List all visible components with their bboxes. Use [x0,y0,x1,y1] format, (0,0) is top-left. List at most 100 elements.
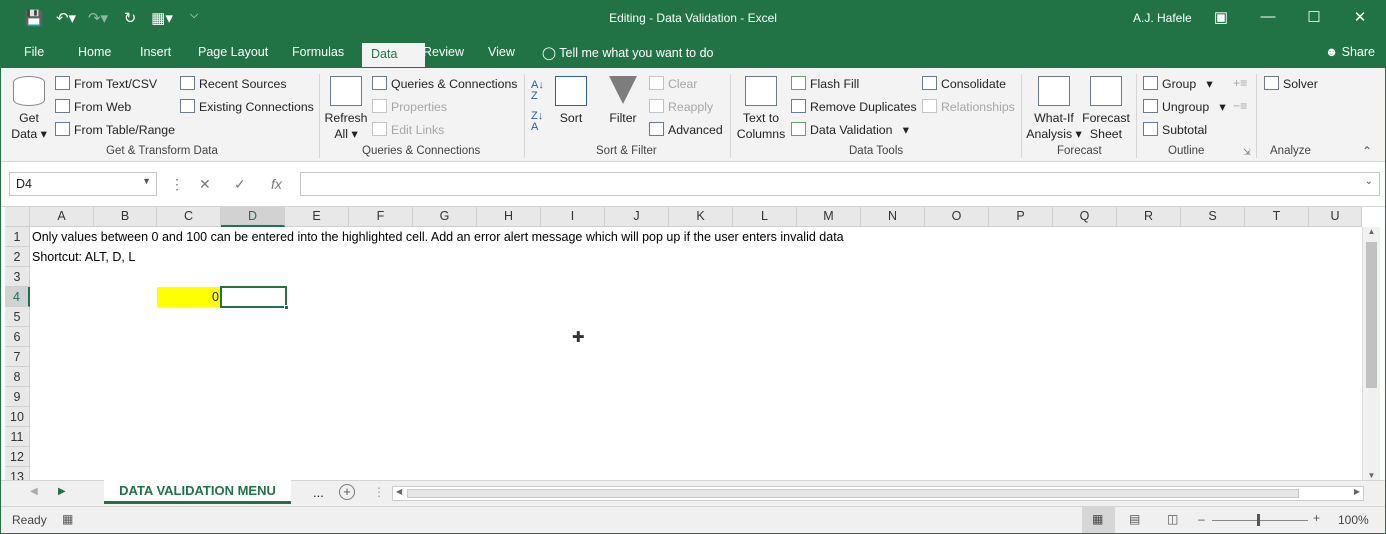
insert-function-icon[interactable]: fx [271,176,282,192]
column-header-g[interactable]: G [413,207,477,227]
cell-c4[interactable]: 0 [157,287,221,307]
vertical-scrollbar[interactable]: ▲ ▼ [1362,227,1380,480]
minimize-icon[interactable]: — [1245,8,1291,25]
cell-a1[interactable]: Only values between 0 and 100 can be ent… [32,227,844,247]
clear-button[interactable]: Clear [649,76,697,91]
horizontal-scrollbar[interactable]: ◀ ▶ [392,486,1364,501]
column-header-u[interactable]: U [1309,207,1362,227]
dialog-launcher-icon[interactable]: ⇲ [1243,147,1251,158]
column-header-s[interactable]: S [1181,207,1245,227]
column-header-f[interactable]: F [349,207,413,227]
column-header-t[interactable]: T [1245,207,1309,227]
scroll-down-icon[interactable]: ▼ [1363,471,1380,480]
row-header-2[interactable]: 2 [5,247,30,267]
tab-review[interactable]: Review [423,45,464,59]
tab-home[interactable]: Home [78,45,111,59]
row-header-4[interactable]: 4 [5,287,30,307]
enter-icon[interactable]: ✓ [234,176,246,193]
scroll-right-icon[interactable]: ▶ [1354,487,1360,496]
properties-button[interactable]: Properties [372,99,447,114]
column-header-h[interactable]: H [477,207,541,227]
ribbon-display-icon[interactable]: ▣ [1198,8,1244,26]
sort-a-z-icon[interactable]: A↓ Z [531,80,544,102]
column-header-a[interactable]: A [30,207,94,227]
from-web-button[interactable]: From Web [55,99,131,114]
column-header-k[interactable]: K [669,207,733,227]
column-header-c[interactable]: C [157,207,221,227]
reapply-button[interactable]: Reapply [649,99,713,114]
add-sheet-icon[interactable]: + [339,484,355,500]
maximize-icon[interactable]: ☐ [1291,8,1337,26]
column-header-r[interactable]: R [1117,207,1181,227]
group-button[interactable]: Group ▾ [1143,76,1213,91]
formula-input[interactable]: ⌄ [300,172,1380,196]
tab-page-layout[interactable]: Page Layout [198,45,268,59]
scroll-left-icon[interactable]: ◀ [396,487,402,496]
column-header-b[interactable]: B [94,207,157,227]
what-if-analysis-button[interactable]: What-If Analysis ▾ [1026,76,1082,142]
advanced-button[interactable]: Advanced [649,122,723,137]
scroll-up-icon[interactable]: ▲ [1363,227,1380,236]
select-all-corner[interactable] [5,207,30,227]
zoom-in-icon[interactable]: + [1313,511,1320,525]
row-header-7[interactable]: 7 [5,347,30,367]
flash-fill-button[interactable]: Flash Fill [791,76,859,91]
row-header-5[interactable]: 5 [5,307,30,327]
recent-sources-button[interactable]: Recent Sources [180,76,287,91]
share-button[interactable]: ☻ Share [1325,45,1375,59]
existing-connections-button[interactable]: Existing Connections [180,99,314,114]
splitter-icon[interactable]: ⋮ [373,485,385,499]
tab-data[interactable]: Data [360,41,427,69]
sheet-tab-data-validation-menu[interactable]: DATA VALIDATION MENU [104,480,291,504]
forecast-sheet-button[interactable]: Forecast Sheet [1082,76,1130,142]
sort-button[interactable]: Sort [553,76,589,126]
zoom-slider[interactable] [1212,520,1308,521]
name-box[interactable]: D4 ▼ [9,172,157,196]
column-header-p[interactable]: P [989,207,1053,227]
cancel-icon[interactable]: ✕ [199,176,211,193]
chevron-down-icon[interactable]: ▼ [142,176,151,186]
close-icon[interactable]: ✕ [1337,8,1383,26]
subtotal-button[interactable]: Subtotal [1143,122,1207,137]
get-data-button[interactable]: Get Data ▾ [10,76,48,142]
queries-connections-button[interactable]: Queries & Connections [372,76,517,91]
from-table-range-button[interactable]: From Table/Range [55,122,175,137]
text-to-columns-button[interactable]: Text to Columns [735,76,787,142]
column-header-i[interactable]: I [541,207,605,227]
row-header-12[interactable]: 12 [5,447,30,467]
ungroup-button[interactable]: Ungroup ▾ [1143,99,1226,114]
macro-record-icon[interactable]: ▦ [62,512,73,526]
edit-links-button[interactable]: Edit Links [372,122,444,137]
tab-file[interactable]: File [24,45,44,59]
active-cell-d4[interactable] [220,286,289,310]
scrollbar-thumb[interactable] [1366,242,1377,388]
row-header-6[interactable]: 6 [5,327,30,347]
page-break-view-icon[interactable]: ◫ [1167,512,1178,526]
column-header-j[interactable]: J [605,207,669,227]
tab-insert[interactable]: Insert [140,45,171,59]
refresh-all-button[interactable]: Refresh All ▾ [324,76,368,142]
page-layout-view-icon[interactable]: ▤ [1129,512,1140,526]
column-header-q[interactable]: Q [1053,207,1117,227]
row-header-11[interactable]: 11 [5,427,30,447]
hide-detail-icon[interactable]: −≡ [1233,99,1247,113]
row-header-3[interactable]: 3 [5,267,30,287]
show-detail-icon[interactable]: +≡ [1233,76,1247,90]
user-name[interactable]: A.J. Hafele [1133,11,1192,25]
zoom-out-icon[interactable]: – [1198,512,1205,526]
collapse-ribbon-icon[interactable]: ⌃ [1362,144,1372,158]
normal-view-button[interactable]: ▦ [1082,507,1115,534]
row-header-13[interactable]: 13 [5,467,30,480]
more-sheets-button[interactable]: ... [313,485,324,500]
scroll-tabs-left-icon[interactable]: ◀ [30,486,38,497]
data-validation-button[interactable]: Data Validation ▾ [791,122,909,137]
expand-formula-icon[interactable]: ⌄ [1365,176,1373,187]
consolidate-button[interactable]: Consolidate [922,76,1006,91]
tab-formulas[interactable]: Formulas [292,45,344,59]
remove-duplicates-button[interactable]: Remove Duplicates [791,99,917,114]
scroll-tabs-right-icon[interactable]: ▶ [58,486,66,497]
row-header-9[interactable]: 9 [5,387,30,407]
worksheet-grid[interactable]: A B C D E F G H I J K L M N O P Q R S T … [0,207,1386,480]
zoom-level[interactable]: 100% [1338,513,1369,527]
sort-z-a-icon[interactable]: Z↓ A [531,111,543,133]
